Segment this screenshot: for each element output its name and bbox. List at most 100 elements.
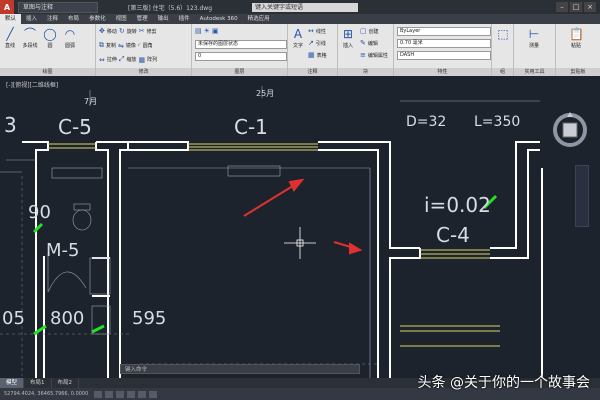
layer-properties-icon[interactable]: ▤	[195, 27, 202, 35]
edit-attributes-button[interactable]: ≡ 编辑属性	[360, 51, 388, 59]
grid-toggle-icon[interactable]	[105, 390, 113, 398]
clipboard-panel-label[interactable]: 剪贴板	[556, 68, 600, 76]
tab-layout2[interactable]: 布局2	[52, 378, 80, 388]
layer-panel-label[interactable]: 图层	[192, 68, 287, 76]
linetype-dropdown[interactable]: DASH	[397, 51, 491, 60]
label-m5: M-5	[46, 240, 79, 261]
tab-insert[interactable]: 插入	[21, 14, 42, 24]
arc-icon: ◠	[64, 27, 76, 41]
table-button[interactable]: ▦ 表格	[308, 51, 327, 59]
mirror-button[interactable]: 镜像	[126, 42, 136, 49]
osnap-toggle-icon[interactable]	[138, 390, 146, 398]
copy-button[interactable]: 复制	[106, 42, 116, 49]
wall-right-main	[318, 141, 420, 249]
properties-panel-label[interactable]: 特性	[394, 68, 491, 76]
utilities-panel-label[interactable]: 实用工具	[514, 68, 555, 76]
tab-output[interactable]: 输出	[153, 14, 174, 24]
tab-plugins[interactable]: 插件	[174, 14, 195, 24]
label-c4: C-4	[436, 223, 470, 247]
stretch-button[interactable]: 拉伸	[107, 56, 117, 63]
workspace-dropdown[interactable]: 草图与注释	[18, 1, 98, 13]
utilities-panel: ⊢ 测量 实用工具	[514, 24, 556, 76]
drawing-canvas[interactable]: 3 C-5 C-1 D=32 L=350 i=0.02 C-4 90 M-5 0…	[0, 76, 600, 378]
tab-layout1[interactable]: 布局1	[24, 378, 52, 388]
wall-top-stub	[128, 141, 189, 151]
arc-button[interactable]: ◠ 圆弧	[62, 27, 78, 49]
array-button[interactable]: 阵列	[147, 56, 157, 63]
snap-toggle-icon[interactable]	[94, 390, 102, 398]
block-panel-label[interactable]: 块	[338, 68, 393, 76]
draw-panel-label[interactable]: 绘图	[0, 68, 95, 76]
drawing-labels: 3 C-5 C-1 D=32 L=350 i=0.02 C-4 90 M-5 0…	[2, 89, 520, 329]
command-input[interactable]: 键入命令	[125, 365, 147, 373]
annotation-panel-label[interactable]: 注释	[288, 68, 337, 76]
fillet-icon: ◜	[137, 41, 141, 50]
tab-default[interactable]: 默认	[0, 14, 22, 24]
modify-panel-label[interactable]: 修改	[96, 68, 191, 76]
polyline-button[interactable]: ⌒ 多段线	[22, 27, 38, 49]
polar-toggle-icon[interactable]	[127, 390, 135, 398]
viewport-controls[interactable]: [-][俯视][二维线框]	[6, 80, 58, 89]
group-button[interactable]: ⬚	[495, 27, 511, 42]
lineweight-dropdown[interactable]: 0.70 毫米	[397, 39, 491, 48]
wall-mid-left	[96, 141, 129, 378]
tab-autodesk-360[interactable]: Autodesk 360	[195, 14, 243, 24]
create-block-icon: ▢	[360, 27, 367, 35]
otrack-toggle-icon[interactable]	[149, 390, 157, 398]
app-logo-icon[interactable]: A	[0, 0, 14, 14]
navigation-bar[interactable]	[575, 165, 589, 227]
maximize-button[interactable]: □	[570, 2, 582, 12]
linear-dim-button[interactable]: ↔ 线性	[308, 27, 326, 35]
close-button[interactable]: ×	[584, 2, 596, 12]
search-input[interactable]: 键入关键字或短语	[252, 2, 359, 12]
move-button[interactable]: 移动	[107, 28, 117, 35]
tab-manage[interactable]: 管理	[132, 14, 153, 24]
ortho-toggle-icon[interactable]	[116, 390, 124, 398]
title-bar: A 草图与注释 [第三版] 住宅（5.6）123.dwg 键入关键字或短语 – …	[0, 0, 600, 14]
door-swing	[47, 271, 87, 293]
array-icon: ▦	[138, 55, 146, 64]
label-d32: D=32	[406, 114, 446, 130]
table-icon: ▦	[308, 51, 315, 59]
paste-button[interactable]: 📋 粘贴	[568, 27, 584, 49]
document-title: [第三版] 住宅（5.6）123.dwg	[128, 4, 213, 12]
layer-state-dropdown[interactable]: 未保存的图层状态	[195, 40, 287, 49]
command-line[interactable]: 键入命令	[120, 364, 360, 374]
create-block-button[interactable]: ▢ 创建	[360, 27, 379, 35]
properties-panel: ByLayer 0.70 毫米 DASH 特性	[394, 24, 492, 76]
label-25: 25月	[256, 89, 274, 98]
label-595: 595	[132, 308, 166, 329]
tab-model[interactable]: 模型	[0, 378, 25, 388]
insert-block-button[interactable]: ⊞ 插入	[340, 27, 356, 49]
scale-button[interactable]: 缩放	[127, 56, 137, 63]
modify-row-2: ⧉ 复制 ⇋ 镜像 ◜ 圆角	[99, 41, 153, 50]
current-layer-dropdown[interactable]: 0	[195, 52, 287, 61]
text-button[interactable]: A 文字	[290, 27, 306, 49]
group-icon: ⬚	[497, 27, 509, 41]
measure-button[interactable]: ⊢ 测量	[526, 27, 542, 49]
fillet-button[interactable]: 圆角	[143, 42, 153, 49]
bulb-icon[interactable]: ☀	[204, 27, 210, 35]
lock-icon[interactable]: ▣	[212, 27, 219, 35]
leader-button[interactable]: ↗ 引线	[308, 39, 326, 47]
toilet	[72, 209, 92, 231]
tab-parametric[interactable]: 参数化	[84, 14, 111, 24]
viewcube-icon[interactable]	[552, 112, 588, 148]
groups-panel-label[interactable]: 组	[492, 68, 513, 76]
edit-block-button[interactable]: ✎ 编辑	[360, 39, 378, 47]
tab-annotate[interactable]: 注释	[42, 14, 63, 24]
watermark: 头条 @关于你的一个故事会	[417, 375, 590, 391]
color-dropdown[interactable]: ByLayer	[397, 27, 491, 36]
line-button[interactable]: ╱ 直线	[2, 27, 18, 49]
tab-layout[interactable]: 布局	[63, 14, 84, 24]
drawing-svg: 3 C-5 C-1 D=32 L=350 i=0.02 C-4 90 M-5 0…	[0, 86, 543, 378]
rotate-button[interactable]: 旋转	[127, 28, 137, 35]
tab-view[interactable]: 视图	[111, 14, 132, 24]
coordinates-readout: 52794.4024, 36465.7966, 0.0000	[4, 391, 89, 397]
tab-featured-apps[interactable]: 精选应用	[243, 14, 275, 24]
minimize-button[interactable]: –	[556, 2, 568, 12]
polyline-icon: ⌒	[23, 27, 36, 41]
crosshair-cursor	[284, 227, 316, 259]
trim-button[interactable]: 修剪	[147, 28, 157, 35]
circle-button[interactable]: ◯ 圆	[42, 27, 58, 49]
